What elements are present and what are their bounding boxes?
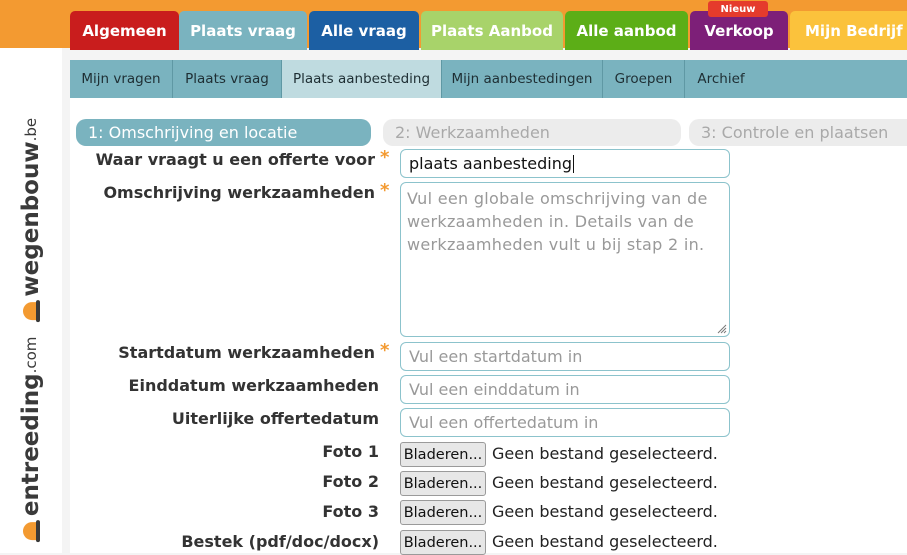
- offertedatum-input[interactable]: Vul een offertedatum in: [400, 408, 730, 437]
- label-offerte-voor: Waar vraagt u een offerte voor: [95, 150, 375, 169]
- label-einddatum: Einddatum werkzaamheden: [128, 376, 379, 395]
- browse-button-foto-3[interactable]: Bladeren...: [400, 500, 486, 525]
- browse-button-bestek[interactable]: Bladeren...: [400, 530, 486, 555]
- subnav-groepen[interactable]: Groepen: [603, 60, 685, 98]
- offerte-voor-input[interactable]: plaats aanbesteding: [400, 149, 730, 178]
- label-omschrijving: Omschrijving werkzaamheden: [103, 183, 375, 202]
- required-marker: *: [380, 147, 390, 168]
- subnav-plaats-aanbesteding[interactable]: Plaats aanbesteding: [282, 60, 442, 98]
- label-startdatum: Startdatum werkzaamheden: [118, 343, 375, 362]
- file-status-foto-3: Geen bestand geselecteerd.: [492, 502, 718, 521]
- new-badge: Nieuw: [708, 1, 768, 17]
- subnav-mijn-aanbestedingen[interactable]: Mijn aanbestedingen: [442, 60, 603, 98]
- tab-algemeen[interactable]: Algemeen: [70, 11, 179, 50]
- browse-button-foto-2[interactable]: Bladeren...: [400, 471, 486, 496]
- helmet-icon: [21, 520, 41, 543]
- subnav-plaats-vraag[interactable]: Plaats vraag: [173, 60, 282, 98]
- resize-handle-icon[interactable]: [717, 324, 727, 334]
- startdatum-input[interactable]: Vul een startdatum in: [400, 342, 730, 371]
- text-cursor: [573, 154, 575, 173]
- tab-mijn-bedrijf[interactable]: Mijn Bedrijf: [790, 11, 907, 50]
- logo-wegenbouw-ext: .be: [22, 117, 40, 142]
- step-1[interactable]: 1: Omschrijving en locatie: [76, 119, 371, 146]
- required-marker: *: [380, 340, 390, 361]
- tab-alle-aanbod[interactable]: Alle aanbod: [565, 11, 688, 50]
- helmet-icon: [21, 300, 41, 323]
- tab-alle-vraag[interactable]: Alle vraag: [309, 11, 419, 50]
- subnav-archief[interactable]: Archief: [685, 60, 757, 98]
- label-foto-2: Foto 2: [322, 472, 379, 491]
- tab-plaats-vraag[interactable]: Plaats vraag: [179, 11, 307, 50]
- tab-plaats-aanbod[interactable]: Plaats Aanbod: [421, 11, 563, 50]
- file-status-foto-2: Geen bestand geselecteerd.: [492, 473, 718, 492]
- einddatum-input[interactable]: Vul een einddatum in: [400, 375, 730, 404]
- file-status-foto-1: Geen bestand geselecteerd.: [492, 444, 718, 463]
- required-marker: *: [380, 180, 390, 201]
- logo-column: entreeding .com wegenbouw .be: [0, 48, 62, 553]
- label-bestek: Bestek (pdf/doc/docx): [181, 532, 379, 551]
- omschrijving-placeholder: Vul een globale omschrijving van de werk…: [407, 189, 708, 254]
- step-2[interactable]: 2: Werkzaamheden: [383, 119, 681, 146]
- browse-button-foto-1[interactable]: Bladeren...: [400, 442, 486, 467]
- subnav-mijn-vragen[interactable]: Mijn vragen: [70, 60, 173, 98]
- label-foto-3: Foto 3: [322, 502, 379, 521]
- step-3[interactable]: 3: Controle en plaatsen: [689, 119, 907, 146]
- logo-wegenbouw: wegenbouw: [18, 141, 44, 297]
- label-foto-1: Foto 1: [322, 442, 379, 461]
- offerte-voor-value: plaats aanbesteding: [409, 154, 573, 173]
- label-offertedatum: Uiterlijke offertedatum: [171, 409, 379, 428]
- site-logo[interactable]: entreeding .com wegenbouw .be: [18, 118, 44, 546]
- file-status-bestek: Geen bestand geselecteerd.: [492, 532, 718, 551]
- logo-entreeding-ext: .com: [22, 336, 40, 374]
- omschrijving-textarea[interactable]: Vul een globale omschrijving van de werk…: [400, 182, 730, 337]
- logo-entreeding: entreeding: [18, 373, 44, 517]
